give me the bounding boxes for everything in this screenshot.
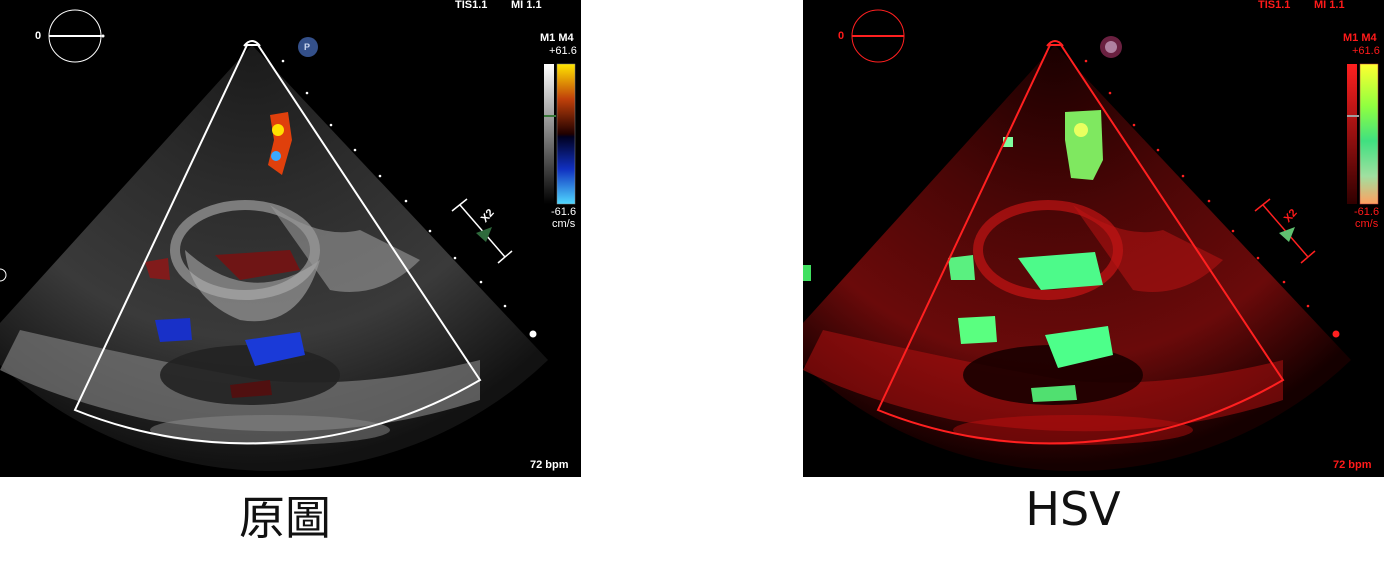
caption-hsv: HSV xyxy=(1025,482,1121,536)
hsv-header-tis: TIS1.1 xyxy=(1258,0,1291,11)
header-mi: MI 1.1 xyxy=(511,0,542,11)
echo-sector-graphic xyxy=(0,9,576,471)
scale-min: -61.6 xyxy=(551,206,577,218)
caption-original: 原圖 xyxy=(239,491,331,545)
hsv-scale-min: -61.6 xyxy=(1354,206,1380,218)
hsv-echo-image: TIS1.1 MI 1.1 0 M1 M4 +61.6 -61.6 cm/s X… xyxy=(803,0,1384,477)
heart-rate: 72 bpm xyxy=(530,459,569,471)
hsv-header-mi: MI 1.1 xyxy=(1314,0,1345,11)
scale-mode: M1 M4 xyxy=(540,32,574,44)
hsv-velocity-color-scale xyxy=(1347,63,1379,205)
hsv-scale-unit: cm/s xyxy=(1355,218,1379,230)
hsv-orientation-circle-icon xyxy=(851,9,905,63)
scale-max: +61.6 xyxy=(549,45,577,57)
scale-unit: cm/s xyxy=(552,218,576,230)
header-tis: TIS1.1 xyxy=(455,0,488,11)
velocity-color-scale xyxy=(544,63,576,205)
hsv-depth-marker: 0 xyxy=(838,30,845,42)
hsv-focus-marker xyxy=(1332,330,1340,338)
original-echo-image: TIS1.1 MI 1.1 0 P M1 M4 +61.6 -61.6 cm/s… xyxy=(0,0,581,477)
hsv-scale-mode: M1 M4 xyxy=(1343,32,1377,44)
orientation-circle-icon xyxy=(48,9,105,63)
focus-marker xyxy=(529,330,537,338)
depth-marker: 0 xyxy=(35,30,42,42)
hsv-heart-rate: 72 bpm xyxy=(1333,459,1372,471)
hsv-scale-max: +61.6 xyxy=(1352,45,1380,57)
hsv-sector-graphic xyxy=(803,9,1379,471)
probe-badge: P xyxy=(304,42,311,52)
